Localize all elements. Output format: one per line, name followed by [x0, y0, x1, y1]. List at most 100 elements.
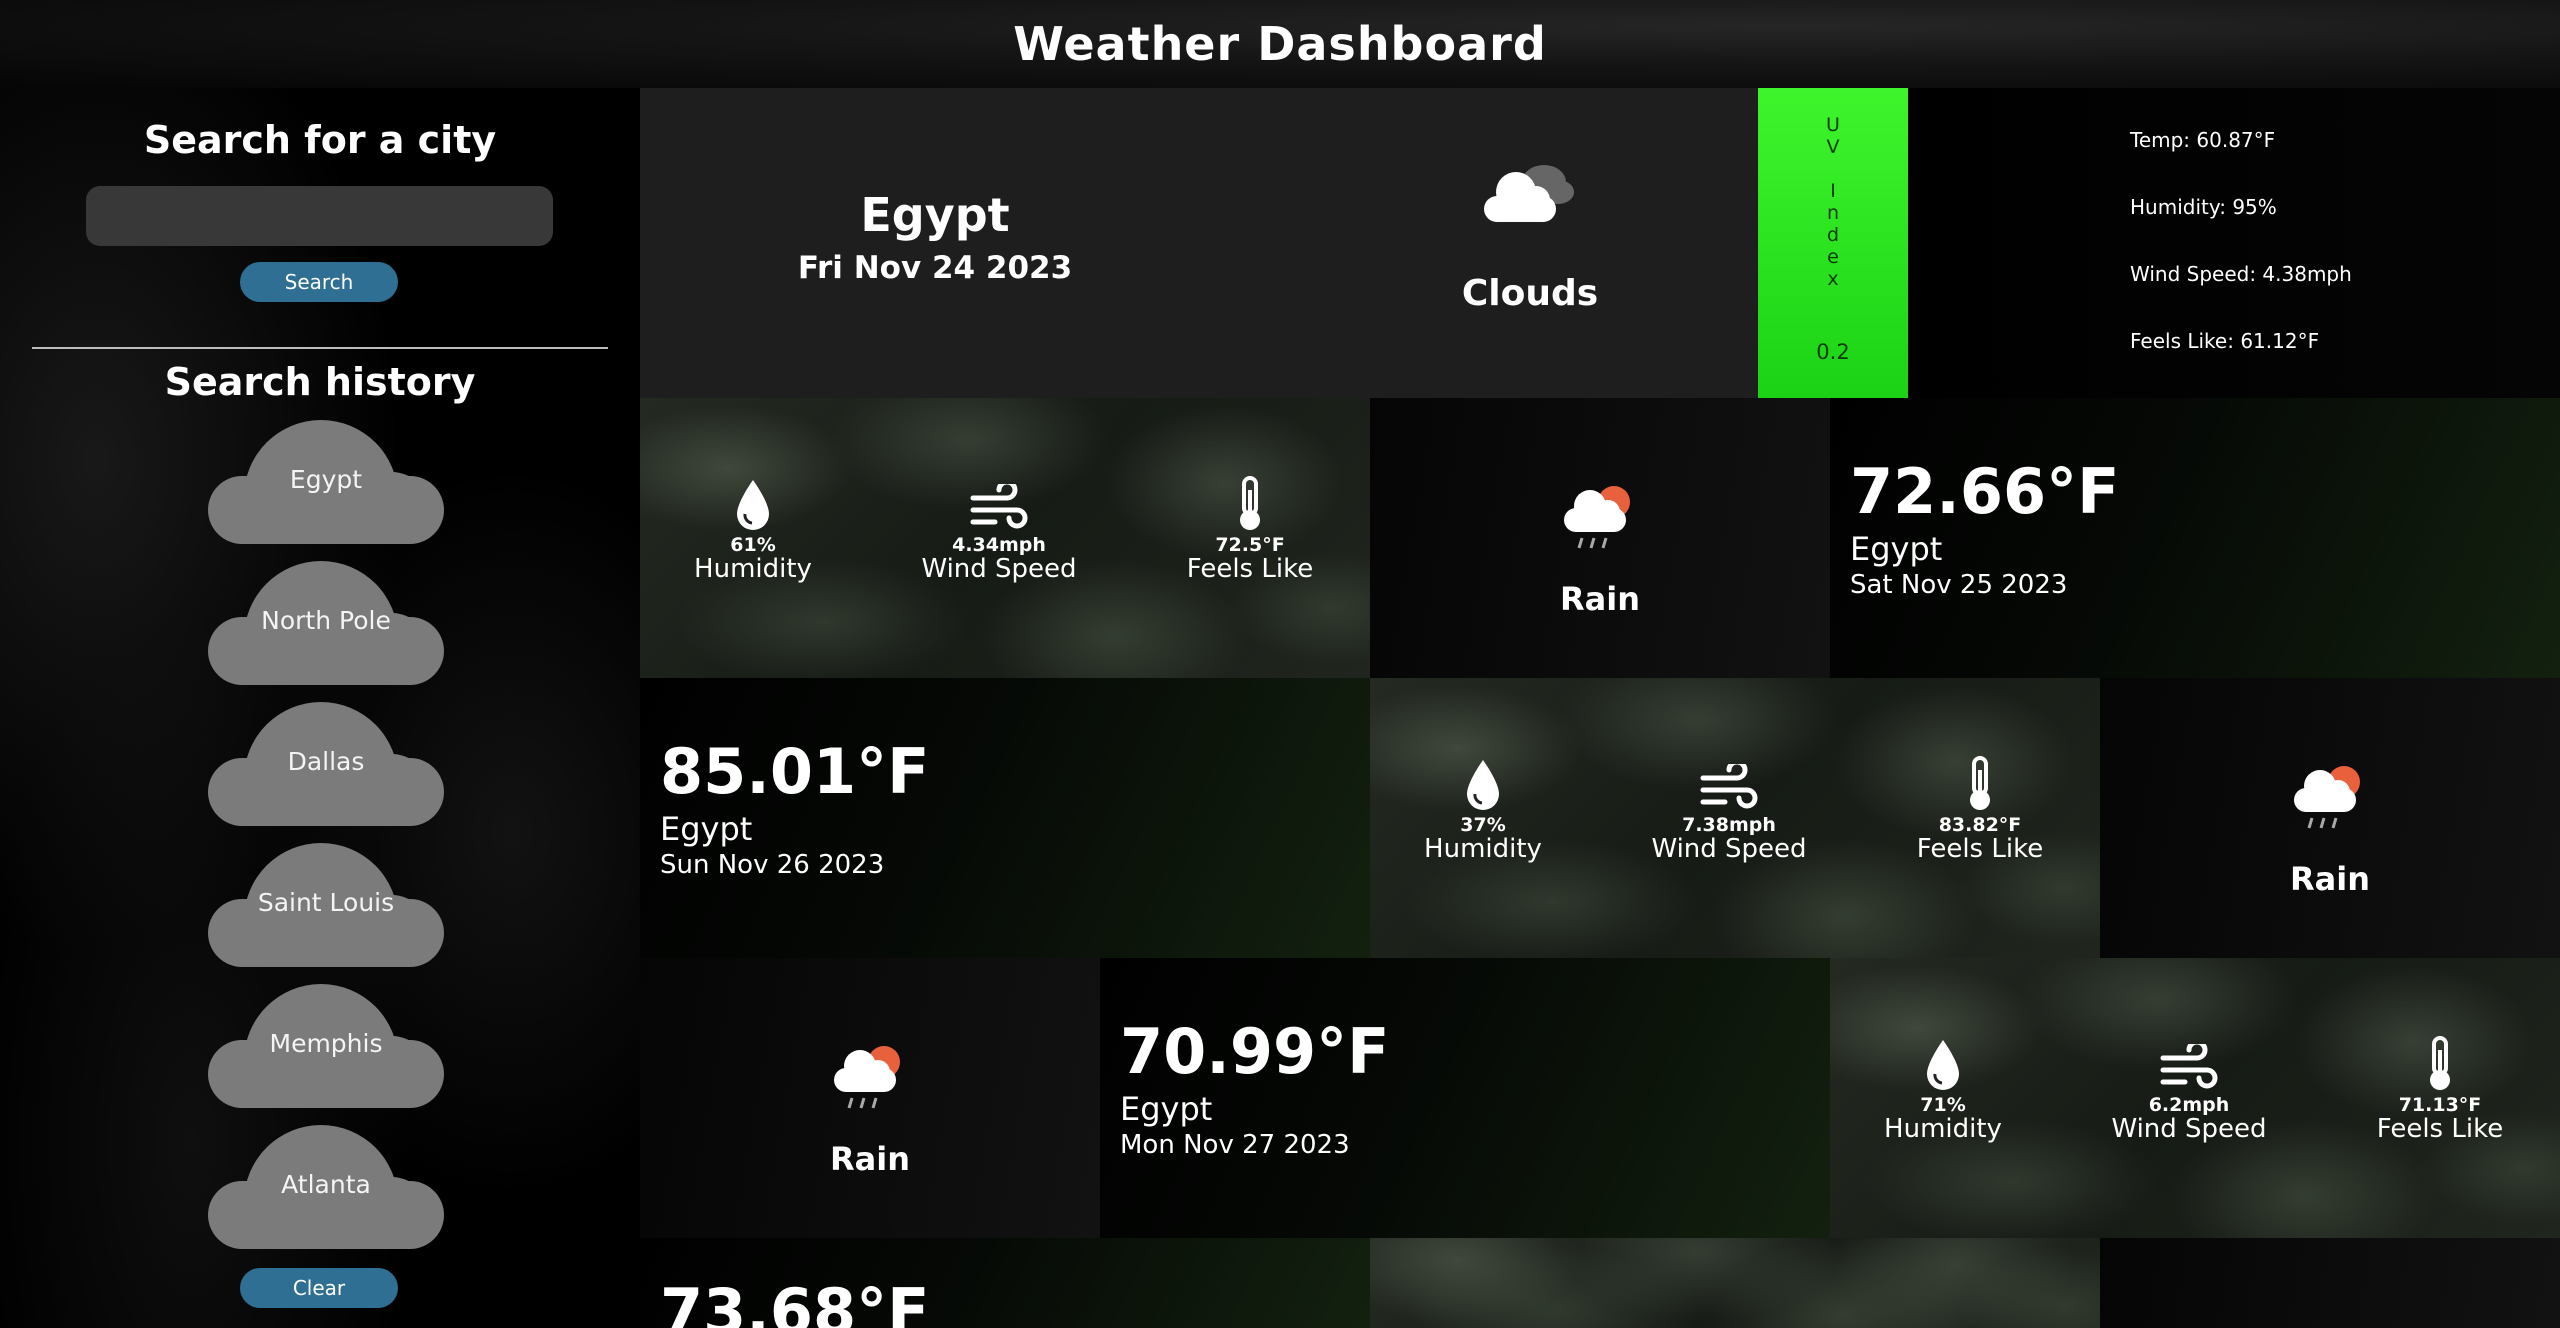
humidity-value: 61% — [730, 534, 776, 556]
forecast-3-summary: 70.99°F Egypt Mon Nov 27 2023 — [1100, 958, 1830, 1238]
forecast-2-stats: 37% Humidity 7.38mph Wind Speed 83.82°F … — [1370, 678, 2100, 958]
forecast-4-condition — [2100, 1238, 2560, 1328]
feels-label: Feels Like — [1186, 554, 1314, 584]
forecast-summary: 73.68°F — [660, 1275, 930, 1328]
feels-stat: 83.82°F Feels Like — [1880, 756, 2080, 864]
today-feels: Feels Like: 61.12°F — [2130, 329, 2320, 353]
wind-value: 7.38mph — [1682, 814, 1776, 836]
main-content: Egypt Fri Nov 24 2023 Clouds UVIndex 0.2… — [640, 88, 2560, 1328]
history-item-saint-louis[interactable]: Saint Louis — [208, 843, 444, 967]
droplet-icon — [1843, 1036, 2043, 1092]
wind-icon — [2089, 1036, 2289, 1092]
feels-value: 71.13°F — [2398, 1094, 2482, 1116]
today-humidity: Humidity: 95% — [2130, 195, 2277, 219]
wind-value: 4.34mph — [952, 534, 1046, 556]
feels-value: 72.5°F — [1215, 534, 1285, 556]
uv-index-box: UVIndex 0.2 — [1758, 88, 1908, 398]
wind-label: Wind Speed — [2111, 1114, 2267, 1144]
today-details: Temp: 60.87°F Humidity: 95% Wind Speed: … — [1908, 88, 2560, 398]
droplet-icon — [1383, 756, 1583, 812]
forecast-city: Egypt — [1850, 530, 1943, 569]
forecast-summary: 85.01°F Egypt Sun Nov 26 2023 — [660, 735, 930, 881]
feels-label: Feels Like — [1916, 834, 2044, 864]
divider — [32, 347, 608, 349]
forecast-temp: 73.68°F — [660, 1275, 930, 1328]
thermometer-icon — [2340, 1036, 2540, 1092]
history-item-north-pole[interactable]: North Pole — [208, 561, 444, 685]
history-title: Search history — [164, 360, 476, 404]
wind-label: Wind Speed — [1651, 834, 1807, 864]
uv-index-label: UVIndex — [1826, 114, 1840, 290]
wind-stat: 4.34mph Wind Speed — [899, 476, 1099, 584]
humidity-label: Humidity — [1424, 834, 1542, 864]
humidity-stat: 37% Humidity — [1383, 756, 1583, 864]
today-temp: Temp: 60.87°F — [2130, 128, 2276, 152]
humidity-label: Humidity — [1884, 1114, 2002, 1144]
forecast-city: Egypt — [1120, 1090, 1213, 1129]
header: Weather Dashboard — [0, 0, 2560, 88]
sidebar: Search for a city Search Search history … — [0, 88, 640, 1328]
search-input[interactable] — [86, 186, 553, 246]
today-condition: Clouds — [1461, 273, 1599, 314]
uv-index-value: 0.2 — [1816, 340, 1850, 364]
feels-stat: 71.13°F Feels Like — [2340, 1036, 2540, 1144]
forecast-temp: 70.99°F — [1120, 1015, 1390, 1088]
history-item-dallas[interactable]: Dallas — [208, 702, 444, 826]
humidity-label: Humidity — [694, 554, 812, 584]
history-item-label: Memphis — [269, 1029, 383, 1058]
forecast-2-summary: 85.01°F Egypt Sun Nov 26 2023 — [640, 678, 1370, 958]
history-item-label: Dallas — [287, 747, 365, 776]
forecast-1-condition: Rain — [1370, 398, 1830, 678]
forecast-temp: 85.01°F — [660, 735, 930, 808]
today-card: Egypt Fri Nov 24 2023 Clouds — [640, 88, 1758, 398]
feels-label: Feels Like — [2376, 1114, 2504, 1144]
humidity-stat: 61% Humidity — [653, 476, 853, 584]
droplet-icon — [653, 476, 853, 532]
wind-stat: 6.2mph Wind Speed — [2089, 1036, 2289, 1144]
forecast-condition: Rain — [1560, 580, 1640, 618]
today-date: Fri Nov 24 2023 — [797, 250, 1073, 286]
forecast-condition: Rain — [830, 1140, 910, 1178]
rain-icon — [640, 1040, 1100, 1112]
wind-stat: 7.38mph Wind Speed — [1629, 756, 1829, 864]
forecast-date: Sun Nov 26 2023 — [660, 850, 885, 881]
forecast-condition: Rain — [2290, 860, 2370, 898]
search-title: Search for a city — [143, 118, 497, 162]
forecast-summary: 72.66°F Egypt Sat Nov 25 2023 — [1850, 455, 2120, 601]
history-item-atlanta[interactable]: Atlanta — [208, 1125, 444, 1249]
clear-button[interactable]: Clear — [240, 1268, 398, 1308]
today-wind: Wind Speed: 4.38mph — [2130, 262, 2352, 286]
history-list: Egypt North Pole Dallas Saint Louis Memp… — [208, 420, 444, 1266]
forecast-3-stats: 71% Humidity 6.2mph Wind Speed 71.13°F F… — [1830, 958, 2560, 1238]
history-item-label: Egypt — [289, 465, 363, 494]
history-item-label: Atlanta — [281, 1170, 371, 1199]
forecast-summary: 70.99°F Egypt Mon Nov 27 2023 — [1120, 1015, 1390, 1161]
search-button[interactable]: Search — [240, 262, 398, 302]
rain-icon — [2100, 760, 2560, 832]
forecast-4-stats — [1370, 1238, 2100, 1328]
forecast-date: Mon Nov 27 2023 — [1120, 1130, 1350, 1161]
rain-icon — [1370, 480, 1830, 552]
forecast-1-summary: 72.66°F Egypt Sat Nov 25 2023 — [1830, 398, 2560, 678]
forecast-temp: 72.66°F — [1850, 455, 2120, 528]
forecast-2-condition: Rain — [2100, 678, 2560, 958]
feels-value: 83.82°F — [1938, 814, 2022, 836]
wind-icon — [1629, 756, 1829, 812]
history-item-label: North Pole — [261, 606, 391, 635]
clouds-icon — [1428, 158, 1628, 228]
humidity-value: 37% — [1460, 814, 1506, 836]
thermometer-icon — [1880, 756, 2080, 812]
wind-label: Wind Speed — [921, 554, 1077, 584]
history-item-egypt[interactable]: Egypt — [208, 420, 444, 544]
thermometer-icon — [1150, 476, 1350, 532]
page-title: Weather Dashboard — [1013, 17, 1547, 71]
feels-stat: 72.5°F Feels Like — [1150, 476, 1350, 584]
forecast-city: Egypt — [660, 810, 753, 849]
humidity-value: 71% — [1920, 1094, 1966, 1116]
wind-icon — [899, 476, 1099, 532]
forecast-date: Sat Nov 25 2023 — [1850, 570, 2068, 601]
forecast-4-summary: 73.68°F — [640, 1238, 1370, 1328]
humidity-stat: 71% Humidity — [1843, 1036, 2043, 1144]
forecast-1-stats: 61% Humidity 4.34mph Wind Speed 72.5°F F… — [640, 398, 1370, 678]
history-item-memphis[interactable]: Memphis — [208, 984, 444, 1108]
